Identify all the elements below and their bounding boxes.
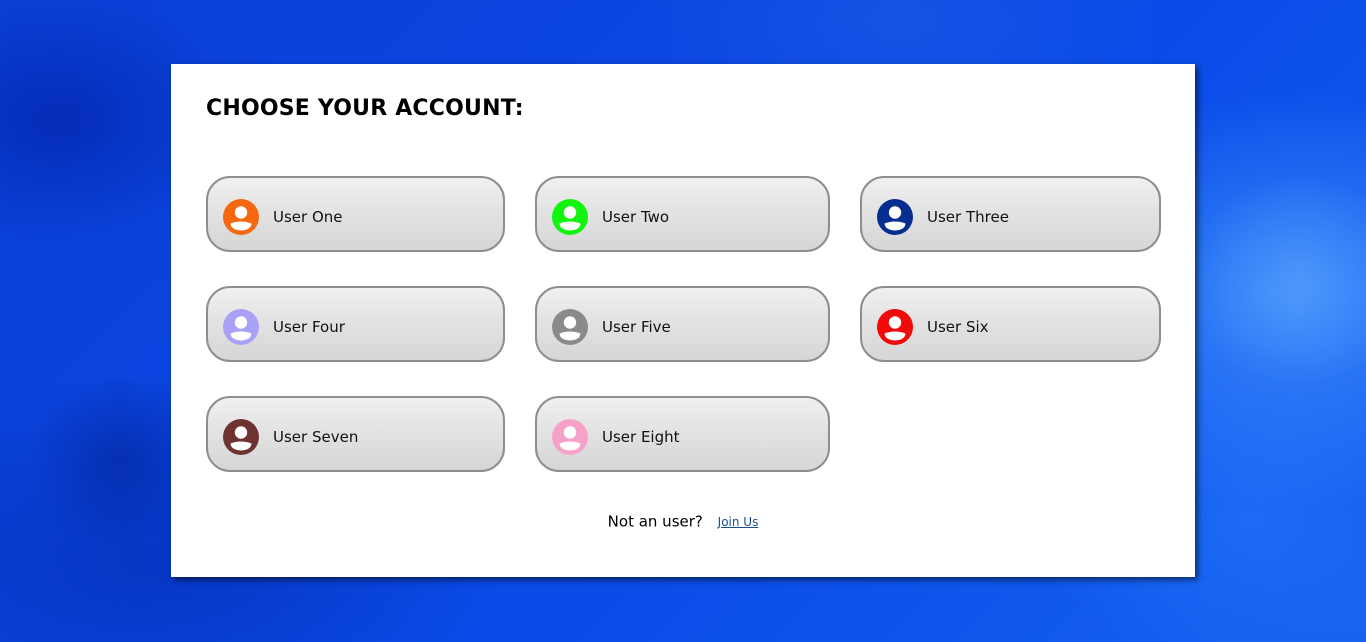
signup-prompt: Not an user? Join Us [171,512,1195,531]
user-label: User Six [927,318,989,336]
user-label: User Five [602,318,671,336]
user-label: User Four [273,318,345,336]
user-avatar-icon [223,309,259,345]
user-avatar-icon [552,199,588,235]
page-title: CHOOSE YOUR ACCOUNT: [206,96,524,121]
user-avatar-icon [552,309,588,345]
background-swirl [1180,180,1366,380]
user-button-three[interactable]: User Three [860,176,1161,252]
user-label: User One [273,208,343,226]
user-button-four[interactable]: User Four [206,286,505,362]
user-label: User Eight [602,428,680,446]
user-label: User Three [927,208,1009,226]
user-avatar-icon [877,199,913,235]
user-avatar-icon [223,199,259,235]
user-avatar-icon [223,419,259,455]
user-label: User Seven [273,428,359,446]
user-avatar-icon [877,309,913,345]
user-button-one[interactable]: User One [206,176,505,252]
user-avatar-icon [552,419,588,455]
join-us-link[interactable]: Join Us [718,515,759,529]
not-a-user-text: Not an user? [607,512,703,531]
user-button-two[interactable]: User Two [535,176,830,252]
account-chooser-panel: CHOOSE YOUR ACCOUNT: User One User Two U… [171,64,1195,577]
user-button-eight[interactable]: User Eight [535,396,830,472]
user-label: User Two [602,208,670,226]
user-button-five[interactable]: User Five [535,286,830,362]
user-button-six[interactable]: User Six [860,286,1161,362]
user-button-seven[interactable]: User Seven [206,396,505,472]
